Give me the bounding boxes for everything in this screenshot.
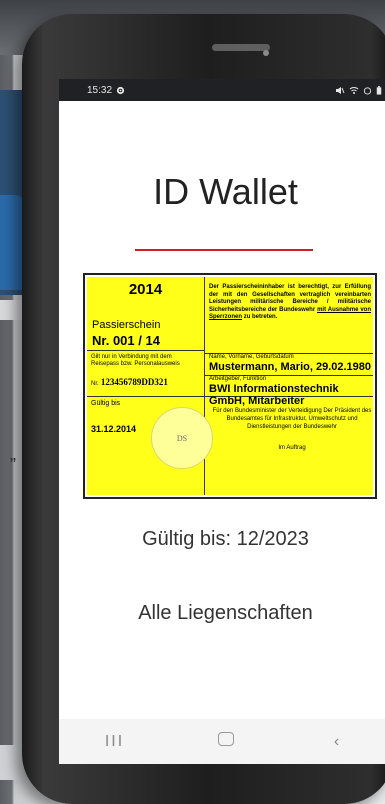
- phone-screen: 15:32 ID Wallet 2014 Passierschein Nr. 0…: [59, 79, 385, 764]
- battery-icon: [376, 85, 382, 95]
- pass-id-value: 123456789DD321: [100, 377, 168, 387]
- pass-id-prefix: Nr.: [91, 381, 99, 387]
- pass-name-value: Mustermann, Mario, 29.02.1980: [209, 361, 372, 373]
- pass-signature-text: Im Auftrag: [278, 445, 306, 451]
- settings-gear-icon: [116, 86, 125, 94]
- pass-employer-value: BWI Informationstechnik GmbH, Mitarbeite…: [209, 383, 339, 407]
- phone-speaker: [212, 44, 270, 51]
- navigation-bar: III ‹: [59, 719, 385, 764]
- pass-validity-note: Gilt nur in Verbindung mit dem Reisepass…: [91, 354, 180, 367]
- phone-camera: [263, 50, 269, 56]
- pass-stamp: DS: [151, 407, 213, 469]
- recent-apps-button[interactable]: III: [95, 733, 135, 751]
- pass-legal-text: Der Passierscheininhaber ist berechtigt,…: [209, 284, 371, 322]
- status-time: 15:32: [87, 84, 113, 96]
- pass-stamp-text: DS: [176, 433, 188, 443]
- pass-year: 2014: [128, 281, 163, 298]
- pass-number: Nr. 001 / 14: [92, 333, 160, 348]
- pass-valid-until-label: Gültig bis: [91, 400, 121, 407]
- page-title: ID Wallet: [153, 171, 298, 212]
- home-button[interactable]: [206, 732, 246, 751]
- back-button[interactable]: ‹: [317, 733, 357, 751]
- pass-type: Passierschein: [92, 319, 161, 331]
- alarm-icon: [363, 86, 372, 95]
- phone-frame: 15:32 ID Wallet 2014 Passierschein Nr. 0…: [22, 14, 385, 804]
- wifi-icon: [349, 86, 359, 94]
- pass-id-number: Nr. 123456789DD321: [91, 377, 168, 387]
- pass-divider: [87, 350, 204, 351]
- app-content: ID Wallet 2014 Passierschein Nr. 001 / 1…: [59, 101, 385, 719]
- pass-card[interactable]: 2014 Passierschein Nr. 001 / 14 Gilt nur…: [83, 273, 377, 499]
- status-bar: 15:32: [59, 79, 385, 101]
- pass-authority-text: Für den Bundesminister der Verteidigung …: [212, 408, 372, 430]
- pass-valid-until: 31.12.2014: [91, 424, 137, 434]
- home-icon: [217, 732, 234, 746]
- background-quote-mark: ”: [10, 455, 16, 475]
- pass-name-label: Name, Vorname, Geburtsdatum: [209, 354, 294, 360]
- validity-text: Gültig bis: 12/2023: [142, 528, 309, 550]
- pass-card-body: 2014 Passierschein Nr. 001 / 14 Gilt nur…: [87, 277, 373, 495]
- title-underline: [135, 249, 313, 251]
- mute-icon: [336, 86, 345, 94]
- pass-employer-label: Arbeitgeber, Funktion: [209, 376, 267, 382]
- pass-legal-text-2: zu betreten.: [243, 314, 278, 320]
- locations-text: Alle Liegenschaften: [138, 602, 313, 624]
